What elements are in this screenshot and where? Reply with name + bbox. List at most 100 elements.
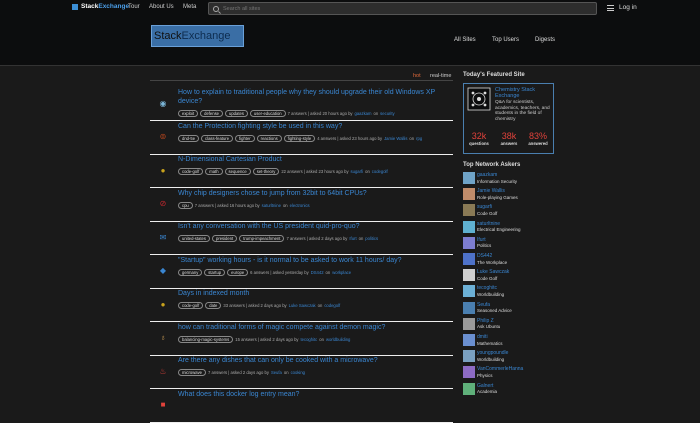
- serverfault-site-icon[interactable]: ■: [158, 400, 168, 410]
- question-tag[interactable]: defense: [200, 110, 224, 117]
- asker-item[interactable]: youngpoundle Worldbuilding: [463, 350, 563, 365]
- header-nav-digests[interactable]: Digests: [535, 37, 555, 43]
- question-tag[interactable]: math: [205, 168, 223, 175]
- avatar[interactable]: [463, 188, 475, 201]
- question-tag[interactable]: exploit: [178, 110, 199, 117]
- question-author[interactable]: gaazkam: [355, 111, 372, 116]
- asker-name[interactable]: Philip Z: [477, 318, 494, 324]
- avatar[interactable]: [463, 204, 475, 217]
- question-site-link[interactable]: workplace: [332, 270, 351, 275]
- search-input[interactable]: [223, 5, 523, 12]
- featured-site-name[interactable]: Chemistry Stack Exchange: [495, 87, 553, 99]
- politics-site-icon[interactable]: ✉: [158, 232, 168, 242]
- question-title[interactable]: Can the Protection fighting style be use…: [178, 123, 453, 132]
- login-link[interactable]: Log in: [619, 4, 637, 11]
- avatar[interactable]: [463, 301, 475, 314]
- asker-name[interactable]: dmiti: [477, 334, 488, 340]
- asker-item[interactable]: tecoghitc Worldbuilding: [463, 285, 563, 300]
- asker-item[interactable]: gaazkam Information Security: [463, 172, 563, 187]
- question-site-link[interactable]: codegolf: [324, 303, 340, 308]
- avatar[interactable]: [463, 172, 475, 184]
- avatar[interactable]: [463, 317, 475, 330]
- stackexchange-logo[interactable]: Stack Exchange: [151, 25, 244, 47]
- question-title[interactable]: Are there any dishes that can only be co…: [178, 357, 453, 366]
- stackexchange-brand[interactable]: StackExchange: [72, 3, 129, 10]
- question-tag[interactable]: set-theory: [252, 168, 280, 175]
- asker-item[interactable]: DS442 The Workplace: [463, 253, 563, 268]
- question-author[interactable]: Seufa: [271, 370, 282, 375]
- avatar[interactable]: [463, 334, 475, 346]
- asker-name[interactable]: Seufa: [477, 302, 490, 308]
- nav-tour[interactable]: Tour: [128, 4, 140, 10]
- cooking-site-icon[interactable]: ♨: [158, 366, 168, 376]
- question-author[interactable]: Ifurt: [349, 236, 356, 241]
- question-author[interactable]: sugarfi: [351, 169, 364, 174]
- question-author[interactable]: saturltnine: [262, 203, 281, 208]
- question-site-link[interactable]: politics: [365, 236, 378, 241]
- question-tag[interactable]: sequence: [224, 168, 251, 175]
- question-tag[interactable]: code-golf: [178, 302, 204, 309]
- question-title[interactable]: N-Dimensional Cartesian Product: [178, 156, 453, 165]
- question-title[interactable]: Why chip designers chose to jump from 32…: [178, 190, 453, 199]
- avatar[interactable]: [463, 285, 475, 298]
- asker-name[interactable]: Galnert: [477, 383, 493, 389]
- question-tag[interactable]: microwave: [178, 369, 207, 376]
- nav-meta[interactable]: Meta: [183, 4, 196, 10]
- asker-name[interactable]: gaazkam: [477, 172, 497, 178]
- asker-item[interactable]: Jamie Wallis Role-playing Games: [463, 188, 563, 203]
- question-author[interactable]: Jamie Wallis: [384, 136, 407, 141]
- codegolf-site-icon[interactable]: ●: [158, 299, 168, 309]
- question-site-link[interactable]: codegolf: [372, 169, 388, 174]
- question-title[interactable]: How to explain to traditional people why…: [178, 89, 453, 106]
- question-title[interactable]: "Startup" working hours - is it normal t…: [178, 257, 453, 266]
- asker-name[interactable]: Luke Sawczak: [477, 269, 509, 275]
- security-site-icon[interactable]: ◉: [158, 98, 168, 108]
- header-nav-top-users[interactable]: Top Users: [492, 37, 519, 43]
- question-tag[interactable]: president: [211, 235, 238, 242]
- avatar[interactable]: [463, 366, 475, 379]
- avatar[interactable]: [463, 382, 475, 395]
- asker-name[interactable]: DS442: [477, 253, 492, 259]
- question-tag[interactable]: updates: [225, 110, 248, 117]
- question-site-link[interactable]: electronics: [290, 203, 310, 208]
- asker-item[interactable]: Luke Sawczak Code Golf: [463, 269, 563, 284]
- question-tag[interactable]: fighting-style: [283, 134, 316, 142]
- question-tag[interactable]: trump-impeachment: [239, 235, 285, 242]
- asker-item[interactable]: Galnert Academia: [463, 382, 563, 398]
- asker-item[interactable]: Philip Z Ask Ubuntu: [463, 317, 563, 333]
- question-tag[interactable]: user-education: [249, 110, 286, 117]
- hamburger-menu-icon[interactable]: [607, 5, 614, 11]
- worldbuilding-site-icon[interactable]: ♁: [158, 333, 168, 343]
- question-tag[interactable]: balancing-magic-systems: [178, 335, 234, 343]
- tab-real-time[interactable]: real-time: [430, 73, 451, 79]
- question-title[interactable]: Days in indexed month: [178, 290, 453, 299]
- avatar[interactable]: [463, 220, 475, 233]
- avatar[interactable]: [463, 350, 475, 363]
- nav-about-us[interactable]: About Us: [149, 4, 174, 10]
- question-tag[interactable]: code-golf: [178, 168, 204, 175]
- rpg-site-icon[interactable]: ⊚: [158, 132, 168, 142]
- asker-name[interactable]: VanCommerleHanna: [477, 366, 523, 372]
- asker-name[interactable]: youngpoundle: [477, 350, 508, 356]
- question-title[interactable]: how can traditional forms of magic compe…: [178, 324, 453, 333]
- question-site-link[interactable]: security: [380, 111, 394, 116]
- question-tag[interactable]: europe: [227, 268, 249, 276]
- avatar[interactable]: [463, 236, 475, 249]
- asker-name[interactable]: Jamie Wallis: [477, 188, 505, 194]
- question-author[interactable]: DS442: [311, 270, 324, 275]
- asker-item[interactable]: Seufa Seasoned Advice: [463, 301, 563, 317]
- question-tag[interactable]: date: [205, 302, 222, 309]
- question-site-link[interactable]: rpg: [416, 136, 422, 141]
- search-box[interactable]: [208, 2, 597, 15]
- asker-item[interactable]: Ifurt Politics: [463, 236, 563, 252]
- question-site-link[interactable]: worldbuilding: [326, 337, 350, 342]
- asker-item[interactable]: sugarfi Code Golf: [463, 204, 563, 219]
- featured-site-card[interactable]: Chemistry Stack Exchange Q&A for scienti…: [463, 83, 554, 154]
- question-tag[interactable]: cpu: [178, 201, 193, 209]
- question-tag[interactable]: fighter: [235, 134, 255, 142]
- question-tag[interactable]: germany: [178, 268, 203, 276]
- question-title[interactable]: What does this docker log entry mean?: [178, 391, 453, 400]
- header-nav-all-sites[interactable]: All Sites: [454, 37, 476, 43]
- asker-name[interactable]: sugarfi: [477, 204, 492, 210]
- asker-name[interactable]: saturltnine: [477, 221, 500, 227]
